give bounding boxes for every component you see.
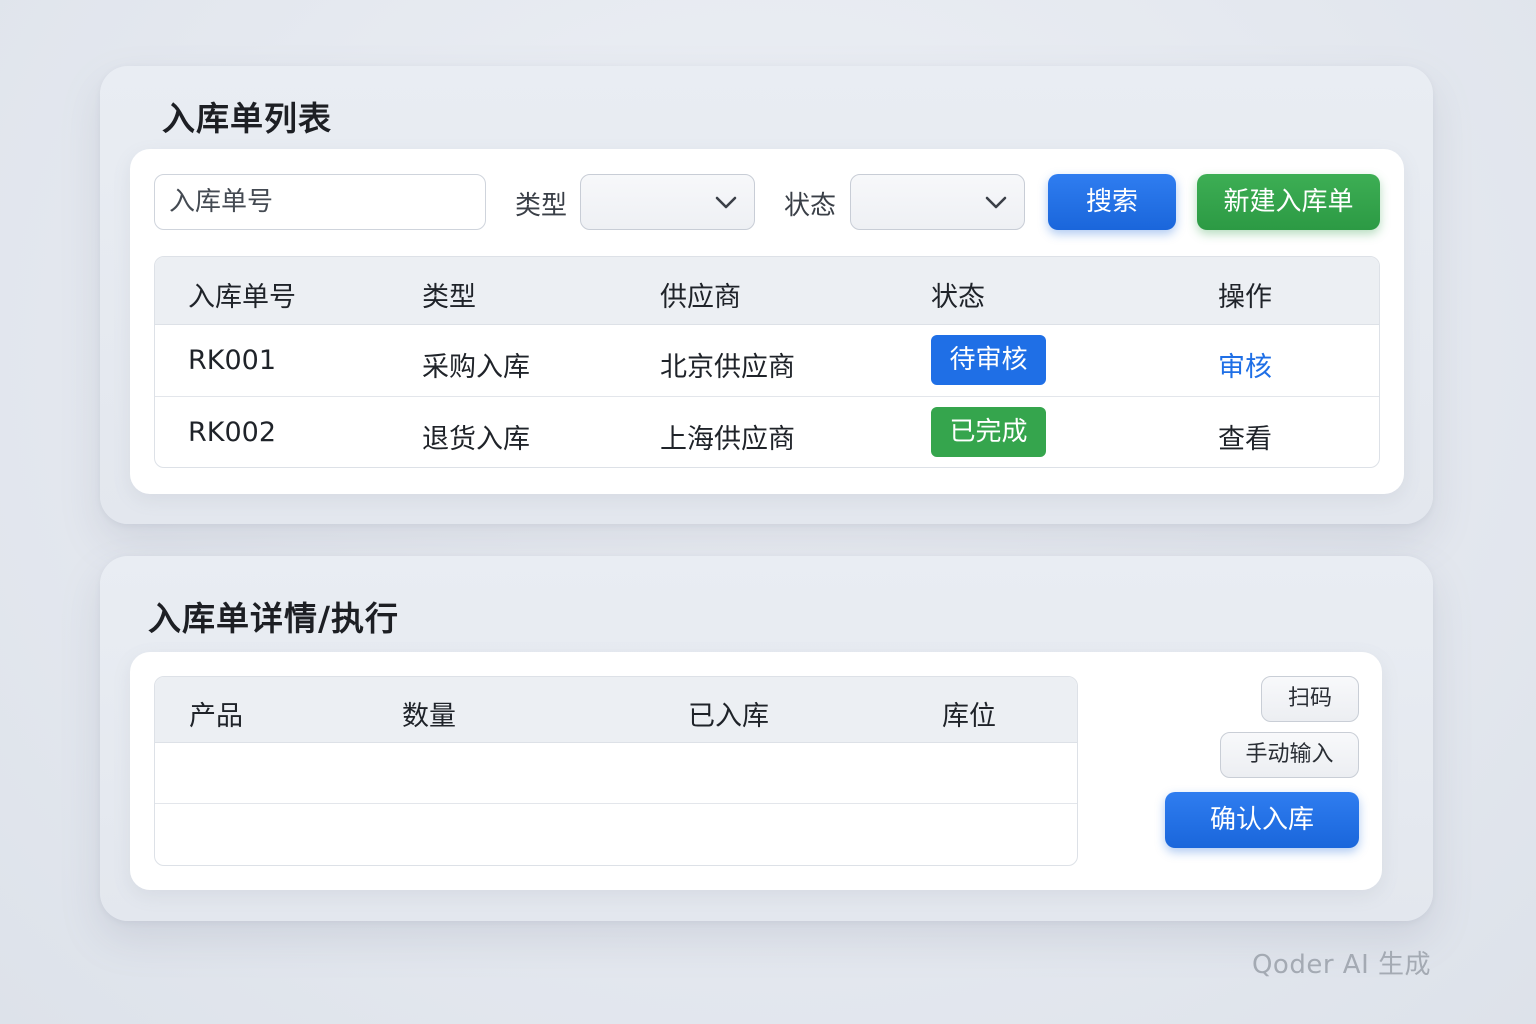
table-row: RK002 退货入库 上海供应商 已完成 查看 [155, 397, 1379, 467]
header-location: 库位 [942, 701, 996, 732]
table-row: RK001 采购入库 北京供应商 待审核 审核 [155, 325, 1379, 397]
scan-button[interactable]: 扫码 [1261, 676, 1359, 722]
status-badge: 已完成 [931, 407, 1046, 457]
inbound-list-panel: 入库单列表 类型 状态 搜索 新建入库单 入库单号 类型 供应商 状态 操作 R… [100, 66, 1433, 524]
table-row [155, 804, 1077, 865]
table-header: 产品 数量 已入库 库位 [155, 677, 1077, 743]
header-received: 已入库 [688, 701, 769, 732]
status-badge: 待审核 [931, 335, 1046, 385]
header-status: 状态 [931, 282, 985, 313]
detail-card: 产品 数量 已入库 库位 扫码 手动输入 确认入库 [130, 652, 1382, 890]
detail-panel-title: 入库单详情/执行 [148, 599, 400, 638]
order-supplier: 上海供应商 [660, 424, 795, 455]
order-supplier: 北京供应商 [660, 352, 795, 383]
type-filter-label: 类型 [515, 191, 568, 221]
confirm-inbound-button[interactable]: 确认入库 [1165, 792, 1359, 848]
order-type: 采购入库 [422, 352, 530, 383]
chevron-down-icon [715, 196, 737, 209]
order-number-search-input[interactable] [154, 174, 486, 230]
header-type: 类型 [422, 282, 476, 313]
header-action: 操作 [1218, 282, 1272, 313]
order-type: 退货入库 [422, 424, 530, 455]
header-supplier: 供应商 [660, 282, 741, 313]
list-panel-title: 入库单列表 [162, 99, 332, 138]
status-filter-label: 状态 [784, 191, 837, 221]
review-link[interactable]: 审核 [1218, 345, 1272, 384]
header-product: 产品 [189, 701, 243, 732]
header-quantity: 数量 [402, 701, 456, 732]
order-id: RK002 [188, 417, 277, 448]
view-link[interactable]: 查看 [1218, 417, 1272, 456]
search-button[interactable]: 搜索 [1048, 174, 1176, 230]
type-filter-select[interactable] [580, 174, 755, 230]
ai-generated-watermark: Qoder AI 生成 [1251, 950, 1431, 980]
chevron-down-icon [985, 196, 1007, 209]
order-id: RK001 [188, 345, 277, 376]
inbound-orders-table: 入库单号 类型 供应商 状态 操作 RK001 采购入库 北京供应商 待审核 审… [154, 256, 1380, 468]
inbound-detail-panel: 入库单详情/执行 产品 数量 已入库 库位 扫码 手动输入 确认入库 [100, 556, 1433, 921]
new-inbound-order-button[interactable]: 新建入库单 [1197, 174, 1380, 230]
detail-items-table: 产品 数量 已入库 库位 [154, 676, 1078, 866]
list-card: 类型 状态 搜索 新建入库单 入库单号 类型 供应商 状态 操作 RK001 采… [130, 149, 1404, 494]
table-header: 入库单号 类型 供应商 状态 操作 [155, 257, 1379, 325]
table-row [155, 743, 1077, 804]
header-order-number: 入库单号 [188, 282, 296, 313]
status-filter-select[interactable] [850, 174, 1025, 230]
manual-input-button[interactable]: 手动输入 [1220, 732, 1359, 778]
